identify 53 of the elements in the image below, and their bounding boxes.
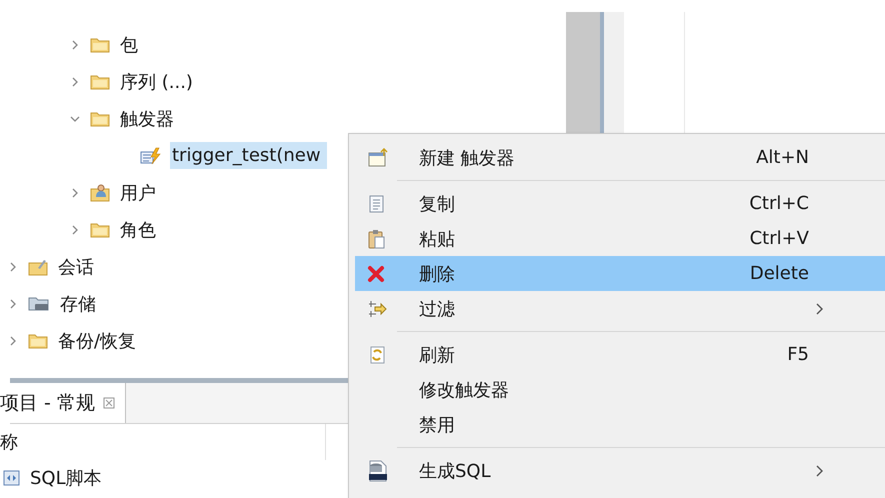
menu-item[interactable]: 禁用 [355,407,885,442]
scrollbar[interactable] [566,12,604,133]
tree-item[interactable]: 备份/恢复 [56,326,142,356]
tree-item[interactable]: 序列 (...) [118,66,199,96]
tab-label: 项目 - 常规 [0,391,95,416]
close-icon[interactable] [102,397,115,409]
tree-item[interactable]: 触发器 [118,104,180,134]
menu-item[interactable]: 修改触发器 [355,372,885,407]
sql-file-icon [367,460,389,482]
menu-item[interactable]: 复制 Ctrl+C [355,186,885,221]
menu-item[interactable]: 粘贴 Ctrl+V [355,221,885,256]
menu-label: 过滤 [418,298,456,320]
menu-label: 复制 [418,192,456,216]
menu-label: 修改触发器 [418,378,510,402]
menu-label: 刷新 [418,344,456,366]
filter-icon [367,298,387,318]
tree-item[interactable]: 包 [118,30,144,60]
shortcut-label: Ctrl+V [750,228,809,249]
tree-item[interactable]: 角色 [118,214,162,244]
tree-item[interactable]: trigger_test(new [170,142,327,169]
shortcut-label: F5 [787,344,809,365]
folder-icon [28,332,48,348]
menu-item[interactable]: 过滤 [355,291,885,326]
tree-item[interactable]: 存储 [58,288,102,318]
column-header[interactable]: 称 [0,430,18,454]
panel-tab[interactable]: 项目 - 常规 [0,383,126,423]
menu-item[interactable]: 刷新 F5 [355,337,885,372]
shortcut-label: Delete [750,263,809,284]
tree-item[interactable]: 会话 [56,252,100,282]
script-icon [2,469,22,487]
menu-label: 新建 触发器 [418,146,516,170]
menu-label: 禁用 [418,414,456,436]
folder-icon [90,110,110,126]
menu-label: 删除 [418,262,456,286]
menu-label: 生成SQL [418,460,492,482]
shortcut-label: Alt+N [756,147,809,168]
menu-item[interactable]: 新建 触发器 Alt+N [355,140,885,175]
list-item[interactable]: SQL脚本 [30,466,102,490]
paste-icon [367,228,387,248]
folder-icon [90,36,110,52]
trigger-icon [140,146,162,164]
menu-item[interactable]: 删除 Delete [355,256,885,291]
folder-icon [90,74,110,90]
new-item-icon [367,148,389,168]
delete-icon [367,264,385,282]
menu-label: 粘贴 [418,228,456,250]
tree-item[interactable]: 用户 [118,178,162,208]
folder-icon [90,222,110,238]
user-folder-icon [90,184,110,202]
shortcut-label: Ctrl+C [749,193,809,214]
folder-tool-icon [28,258,48,276]
menu-item[interactable]: 生成SQL [355,453,885,488]
storage-icon [28,296,50,312]
